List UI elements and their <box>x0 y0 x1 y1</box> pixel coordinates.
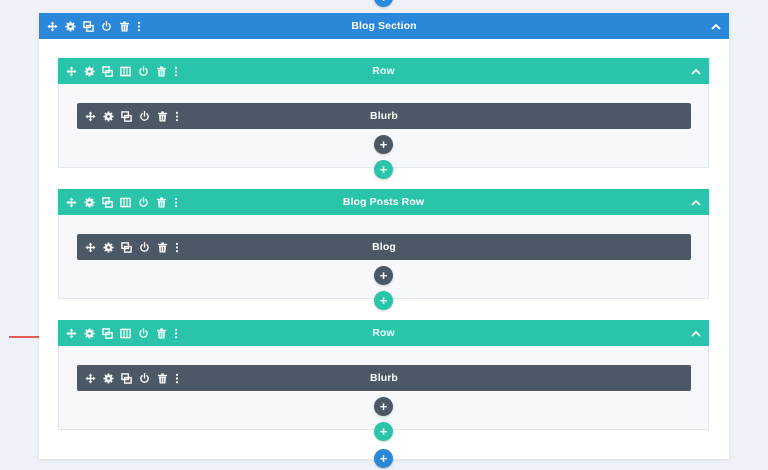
row-header[interactable]: Row <box>58 58 709 84</box>
collapse-row-button[interactable] <box>691 320 701 346</box>
add-row-button[interactable]: + <box>374 291 393 310</box>
collapse-section-button[interactable] <box>711 13 721 39</box>
add-section-button-top[interactable]: + <box>374 0 393 7</box>
section-title: Blog Section <box>351 20 417 32</box>
blurb-module[interactable]: Blurb <box>77 103 691 129</box>
add-row-button[interactable]: + <box>374 160 393 179</box>
add-module-button[interactable]: + <box>374 135 393 154</box>
trash-icon[interactable] <box>157 110 168 122</box>
more-icon[interactable] <box>175 242 179 253</box>
chevron-up-icon <box>711 17 721 35</box>
more-icon[interactable] <box>175 373 179 384</box>
move-icon[interactable] <box>47 20 58 32</box>
more-icon[interactable] <box>174 197 178 208</box>
module-toolbar <box>85 234 179 260</box>
plus-icon: + <box>379 162 388 177</box>
plus-icon: + <box>379 268 388 283</box>
blog-module[interactable]: Blog <box>77 234 691 260</box>
duplicate-icon[interactable] <box>121 372 132 384</box>
row-toolbar <box>66 320 178 346</box>
chevron-up-icon <box>691 193 701 211</box>
gear-icon[interactable] <box>84 196 95 208</box>
duplicate-icon[interactable] <box>102 196 113 208</box>
gear-icon[interactable] <box>103 372 114 384</box>
more-icon[interactable] <box>174 328 178 339</box>
move-icon[interactable] <box>85 372 96 384</box>
gear-icon[interactable] <box>103 110 114 122</box>
plus-icon: + <box>379 137 388 152</box>
move-icon[interactable] <box>66 327 77 339</box>
add-row-button[interactable]: + <box>374 422 393 441</box>
gear-icon[interactable] <box>103 241 114 253</box>
trash-icon[interactable] <box>156 327 167 339</box>
section-header[interactable]: Blog Section <box>39 13 729 39</box>
duplicate-icon[interactable] <box>102 65 113 77</box>
duplicate-icon[interactable] <box>121 241 132 253</box>
module-toolbar <box>85 103 179 129</box>
duplicate-icon[interactable] <box>102 327 113 339</box>
section-toolbar <box>47 13 141 39</box>
add-module-button[interactable]: + <box>374 397 393 416</box>
blog-section: Blog Section Row Blurb Blog Posts Row Bl… <box>39 13 729 459</box>
chevron-up-icon <box>691 62 701 80</box>
plus-icon: + <box>380 0 388 4</box>
plus-icon: + <box>379 399 388 414</box>
columns-icon[interactable] <box>120 197 131 208</box>
row-toolbar <box>66 58 178 84</box>
plus-icon: + <box>379 424 388 439</box>
trash-icon[interactable] <box>156 196 167 208</box>
trash-icon[interactable] <box>157 372 168 384</box>
add-module-button[interactable]: + <box>374 266 393 285</box>
trash-icon[interactable] <box>157 241 168 253</box>
move-icon[interactable] <box>85 110 96 122</box>
power-icon[interactable] <box>139 241 150 253</box>
move-icon[interactable] <box>66 196 77 208</box>
gear-icon[interactable] <box>84 327 95 339</box>
plus-icon: + <box>379 451 388 466</box>
add-section-button[interactable]: + <box>374 449 393 468</box>
chevron-up-icon <box>691 324 701 342</box>
gear-icon[interactable] <box>65 20 76 32</box>
columns-icon[interactable] <box>120 66 131 77</box>
row-header[interactable]: Blog Posts Row <box>58 189 709 215</box>
move-icon[interactable] <box>66 65 77 77</box>
gear-icon[interactable] <box>84 65 95 77</box>
collapse-row-button[interactable] <box>691 189 701 215</box>
power-icon[interactable] <box>138 65 149 77</box>
move-icon[interactable] <box>85 241 96 253</box>
duplicate-icon[interactable] <box>121 110 132 122</box>
module-toolbar <box>85 365 179 391</box>
row-header[interactable]: Row <box>58 320 709 346</box>
plus-icon: + <box>379 293 388 308</box>
more-icon[interactable] <box>174 66 178 77</box>
blurb-module[interactable]: Blurb <box>77 365 691 391</box>
power-icon[interactable] <box>138 327 149 339</box>
row-toolbar <box>66 189 178 215</box>
power-icon[interactable] <box>139 372 150 384</box>
more-icon[interactable] <box>137 21 141 32</box>
power-icon[interactable] <box>139 110 150 122</box>
trash-icon[interactable] <box>119 20 130 32</box>
columns-icon[interactable] <box>120 328 131 339</box>
duplicate-icon[interactable] <box>83 20 94 32</box>
more-icon[interactable] <box>175 111 179 122</box>
trash-icon[interactable] <box>156 65 167 77</box>
collapse-row-button[interactable] <box>691 58 701 84</box>
power-icon[interactable] <box>101 20 112 32</box>
power-icon[interactable] <box>138 196 149 208</box>
